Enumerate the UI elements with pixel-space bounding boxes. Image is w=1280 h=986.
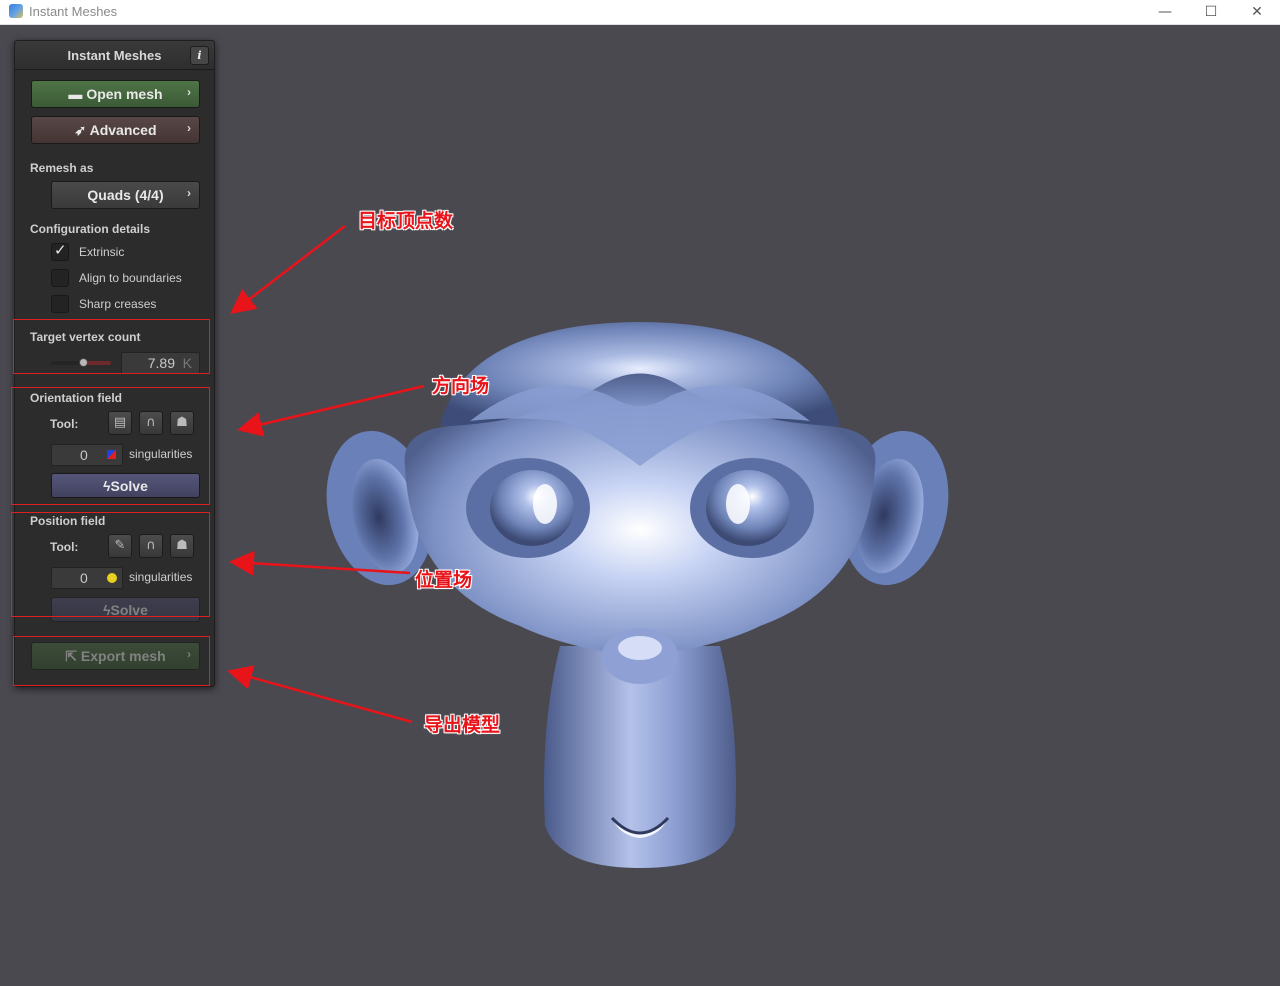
annotation-position: 位置场 — [415, 569, 473, 591]
annotation-export: 导出模型 — [424, 714, 501, 736]
annotation-target-vertex: 目标顶点数 — [358, 210, 454, 232]
annotation-arrows — [227, 225, 425, 724]
annotation-orientation: 方向场 — [432, 375, 490, 397]
